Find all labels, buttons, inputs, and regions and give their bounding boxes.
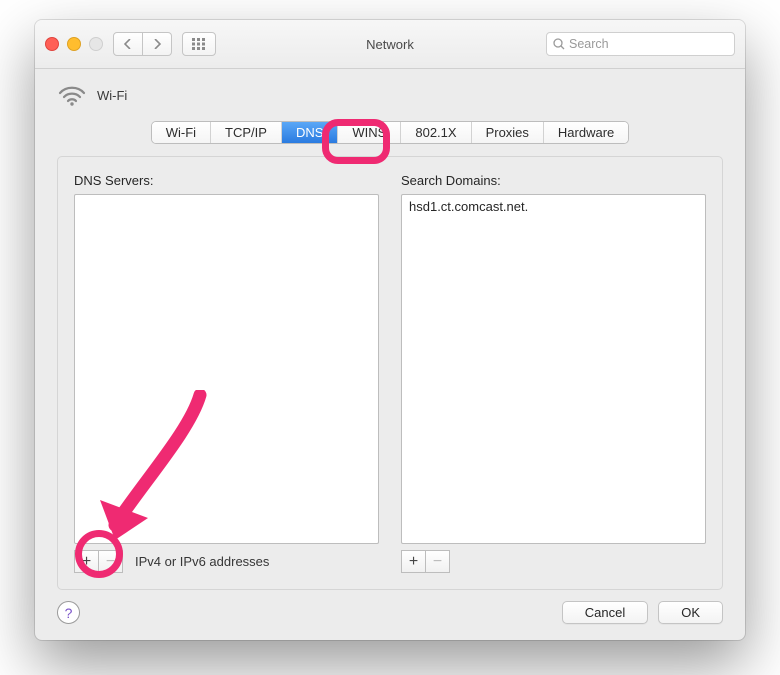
tab-pane-dns: DNS Servers: + − IPv4 or IPv6 addresses … [57, 156, 723, 590]
search-domains-heading: Search Domains: [401, 173, 706, 188]
close-window-button[interactable] [45, 37, 59, 51]
dns-servers-list[interactable] [74, 194, 379, 544]
dns-servers-hint: IPv4 or IPv6 addresses [135, 554, 269, 569]
back-button[interactable] [113, 32, 143, 56]
dns-servers-heading: DNS Servers: [74, 173, 379, 188]
ok-button[interactable]: OK [658, 601, 723, 624]
search-field[interactable]: Search [546, 32, 735, 56]
add-dns-server-button[interactable]: + [74, 550, 99, 573]
grid-icon [192, 38, 206, 50]
interface-header: Wi-Fi [35, 83, 745, 115]
add-search-domain-button[interactable]: + [401, 550, 426, 573]
list-item[interactable]: hsd1.ct.comcast.net. [402, 195, 705, 218]
wifi-icon [57, 83, 87, 107]
cancel-button[interactable]: Cancel [562, 601, 648, 624]
minimize-window-button[interactable] [67, 37, 81, 51]
tab-dns[interactable]: DNS [282, 122, 338, 143]
search-icon [553, 38, 565, 50]
tab-802-1x[interactable]: 802.1X [401, 122, 471, 143]
help-button[interactable]: ? [57, 601, 80, 624]
window-toolbar: Network Search [35, 20, 745, 69]
network-preferences-window: Network Search Wi-Fi Wi-FiTCP/IPDNSWINS8… [35, 20, 745, 640]
interface-name: Wi-Fi [97, 88, 127, 103]
show-all-button[interactable] [182, 32, 216, 56]
search-domains-list[interactable]: hsd1.ct.comcast.net. [401, 194, 706, 544]
remove-search-domain-button: − [426, 550, 450, 573]
chevron-left-icon [124, 39, 132, 49]
content-area: Wi-Fi Wi-FiTCP/IPDNSWINS802.1XProxiesHar… [35, 69, 745, 590]
sheet-footer: ? Cancel OK [35, 589, 745, 640]
traffic-lights [45, 37, 103, 51]
tab-bar: Wi-FiTCP/IPDNSWINS802.1XProxiesHardware [35, 121, 745, 144]
tab-wins[interactable]: WINS [338, 122, 401, 143]
tab-tcp-ip[interactable]: TCP/IP [211, 122, 282, 143]
forward-button[interactable] [143, 32, 172, 56]
tab-proxies[interactable]: Proxies [472, 122, 544, 143]
search-domains-column: Search Domains: hsd1.ct.comcast.net. + − [401, 173, 706, 573]
back-forward-group [113, 32, 172, 56]
remove-dns-server-button: − [99, 550, 123, 573]
chevron-right-icon [153, 39, 161, 49]
search-placeholder: Search [569, 37, 609, 51]
tab-wi-fi[interactable]: Wi-Fi [152, 122, 211, 143]
tab-hardware[interactable]: Hardware [544, 122, 628, 143]
zoom-window-button [89, 37, 103, 51]
dns-servers-column: DNS Servers: + − IPv4 or IPv6 addresses [74, 173, 379, 573]
